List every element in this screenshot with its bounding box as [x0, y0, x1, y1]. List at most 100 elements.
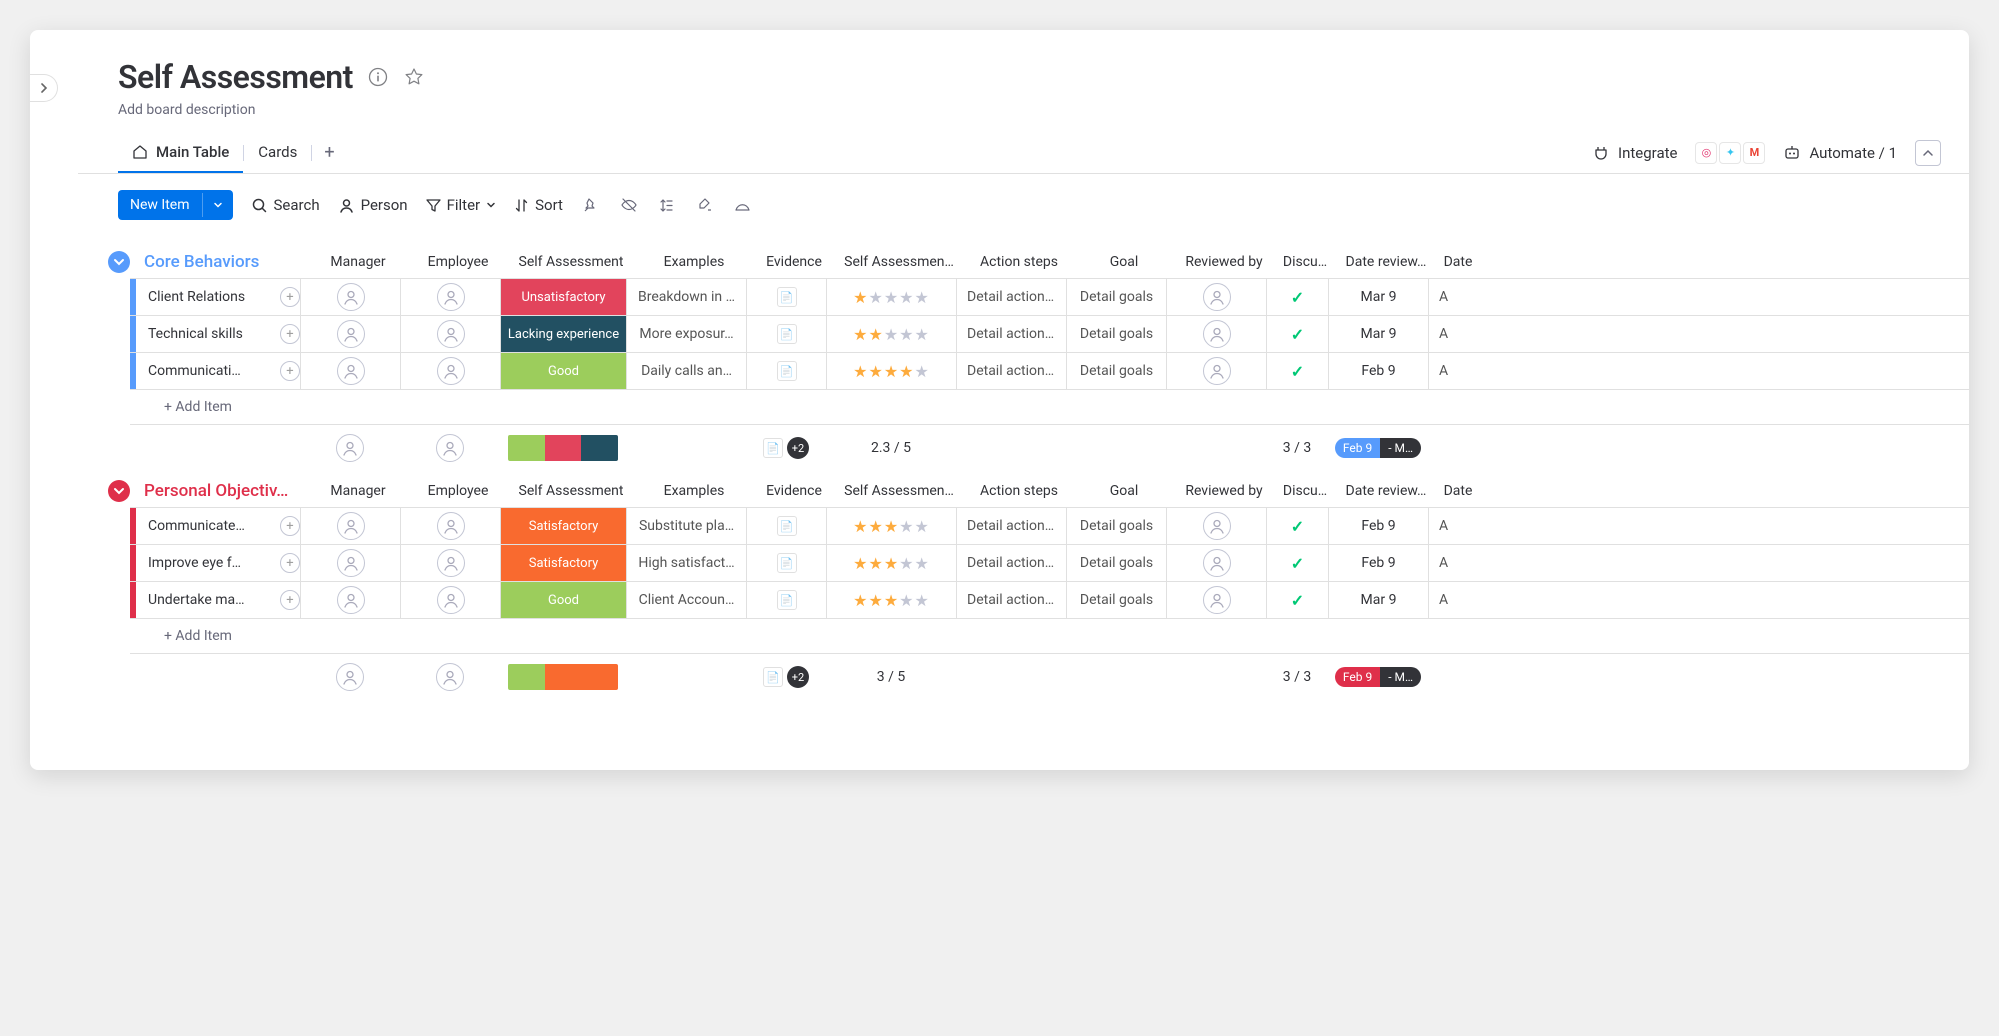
rating-cell[interactable]: ★★★★★ [826, 582, 956, 618]
avatar-icon[interactable] [437, 549, 465, 577]
avatar-icon[interactable] [437, 586, 465, 614]
new-item-chevron[interactable] [202, 193, 233, 217]
goal-cell[interactable]: Detail goals [1066, 582, 1166, 618]
goal-cell[interactable]: Detail goals [1066, 508, 1166, 544]
manager-cell[interactable] [300, 353, 400, 389]
integrate-button[interactable]: Integrate [1592, 144, 1677, 162]
employee-cell[interactable] [400, 316, 500, 352]
automate-button[interactable]: Automate / 1 [1783, 144, 1897, 162]
discussed-cell[interactable]: ✓ [1266, 545, 1328, 581]
rating-cell[interactable]: ★★★★★ [826, 353, 956, 389]
file-counter[interactable]: +2 [787, 437, 809, 459]
date-reviewed-cell[interactable]: Mar 9 [1328, 582, 1428, 618]
expand-sidebar-button[interactable] [30, 74, 58, 102]
file-icon[interactable]: 📄 [777, 287, 797, 307]
file-icon[interactable]: 📄 [763, 667, 783, 687]
status-cell[interactable]: Lacking experience [500, 316, 626, 352]
search-button[interactable]: Search [251, 196, 320, 214]
rating-cell[interactable]: ★★★★★ [826, 316, 956, 352]
file-icon[interactable]: 📄 [777, 324, 797, 344]
discussed-cell[interactable]: ✓ [1266, 582, 1328, 618]
app-icon[interactable]: ✦ [1719, 142, 1741, 164]
avatar-icon[interactable] [436, 663, 464, 691]
item-name-cell[interactable]: Undertake ma…+ [136, 582, 300, 618]
employee-cell[interactable] [400, 582, 500, 618]
action-cell[interactable]: Detail action st… [956, 545, 1066, 581]
table-row[interactable]: Undertake ma…+ Good Client Accoun… 📄 ★★★… [130, 581, 1969, 618]
file-icon[interactable]: 📄 [777, 361, 797, 381]
person-filter-button[interactable]: Person [338, 196, 408, 214]
board-title[interactable]: Self Assessment [118, 58, 353, 96]
file-icon[interactable]: 📄 [777, 516, 797, 536]
goal-cell[interactable]: Detail goals [1066, 353, 1166, 389]
reviewed-by-cell[interactable] [1166, 353, 1266, 389]
sort-button[interactable]: Sort [514, 196, 563, 214]
rating-cell[interactable]: ★★★★★ [826, 545, 956, 581]
date-cell[interactable]: A [1428, 316, 1472, 352]
date-reviewed-cell[interactable]: Feb 9 [1328, 545, 1428, 581]
evidence-cell[interactable]: 📄 [746, 545, 826, 581]
table-row[interactable]: Technical skills+ Lacking experience Mor… [130, 315, 1969, 352]
add-item-row[interactable]: + Add Item [130, 389, 1969, 425]
add-update-icon[interactable]: + [280, 553, 300, 573]
employee-cell[interactable] [400, 545, 500, 581]
examples-cell[interactable]: High satisfact… [626, 545, 746, 581]
goal-cell[interactable]: Detail goals [1066, 316, 1166, 352]
reviewed-by-cell[interactable] [1166, 316, 1266, 352]
item-name-cell[interactable]: Client Relations+ [136, 279, 300, 315]
favorite-icon[interactable] [403, 66, 425, 88]
date-reviewed-cell[interactable]: Feb 9 [1328, 508, 1428, 544]
avatar-icon[interactable] [337, 283, 365, 311]
action-cell[interactable]: Detail action st… [956, 508, 1066, 544]
examples-cell[interactable]: More exposur… [626, 316, 746, 352]
date-cell[interactable]: A [1428, 353, 1472, 389]
date-cell[interactable]: A [1428, 508, 1472, 544]
add-update-icon[interactable]: + [280, 324, 300, 344]
add-update-icon[interactable]: + [280, 516, 300, 536]
avatar-icon[interactable] [1203, 283, 1231, 311]
employee-cell[interactable] [400, 353, 500, 389]
item-name-cell[interactable]: Technical skills+ [136, 316, 300, 352]
add-item-row[interactable]: + Add Item [130, 618, 1969, 654]
avatar-icon[interactable] [1203, 512, 1231, 540]
avatar-icon[interactable] [337, 357, 365, 385]
status-distribution-bar[interactable] [508, 435, 618, 461]
tab-cards[interactable]: Cards [244, 133, 311, 173]
pin-icon[interactable] [581, 195, 601, 215]
board-description[interactable]: Add board description [78, 102, 1969, 118]
collapse-header-button[interactable] [1915, 140, 1941, 166]
file-counter[interactable]: +2 [787, 666, 809, 688]
reviewed-by-cell[interactable] [1166, 279, 1266, 315]
rating-cell[interactable]: ★★★★★ [826, 508, 956, 544]
avatar-icon[interactable] [337, 586, 365, 614]
app-icon[interactable]: M [1743, 142, 1765, 164]
discussed-cell[interactable]: ✓ [1266, 316, 1328, 352]
add-update-icon[interactable]: + [280, 590, 300, 610]
add-update-icon[interactable]: + [280, 361, 300, 381]
date-reviewed-cell[interactable]: Feb 9 [1328, 353, 1428, 389]
evidence-cell[interactable]: 📄 [746, 582, 826, 618]
evidence-cell[interactable]: 📄 [746, 353, 826, 389]
avatar-icon[interactable] [337, 320, 365, 348]
manager-cell[interactable] [300, 316, 400, 352]
evidence-cell[interactable]: 📄 [746, 508, 826, 544]
date-range-pill[interactable]: Feb 9- M… [1335, 667, 1421, 687]
manager-cell[interactable] [300, 508, 400, 544]
info-icon[interactable] [367, 66, 389, 88]
date-cell[interactable]: A [1428, 545, 1472, 581]
item-name-cell[interactable]: Improve eye f…+ [136, 545, 300, 581]
avatar-icon[interactable] [1203, 586, 1231, 614]
avatar-icon[interactable] [1203, 357, 1231, 385]
employee-cell[interactable] [400, 279, 500, 315]
date-cell[interactable]: A [1428, 279, 1472, 315]
goal-cell[interactable]: Detail goals [1066, 279, 1166, 315]
table-row[interactable]: Communicati…+ Good Daily calls an… 📄 ★★★… [130, 352, 1969, 389]
reviewed-by-cell[interactable] [1166, 582, 1266, 618]
avatar-icon[interactable] [336, 434, 364, 462]
action-cell[interactable]: Detail action st… [956, 279, 1066, 315]
new-item-button[interactable]: New Item [118, 190, 233, 220]
group-name[interactable]: Personal Objectiv… [138, 475, 308, 507]
date-reviewed-cell[interactable]: Mar 9 [1328, 279, 1428, 315]
status-distribution-bar[interactable] [508, 664, 618, 690]
tab-main-table[interactable]: Main Table [118, 133, 243, 173]
